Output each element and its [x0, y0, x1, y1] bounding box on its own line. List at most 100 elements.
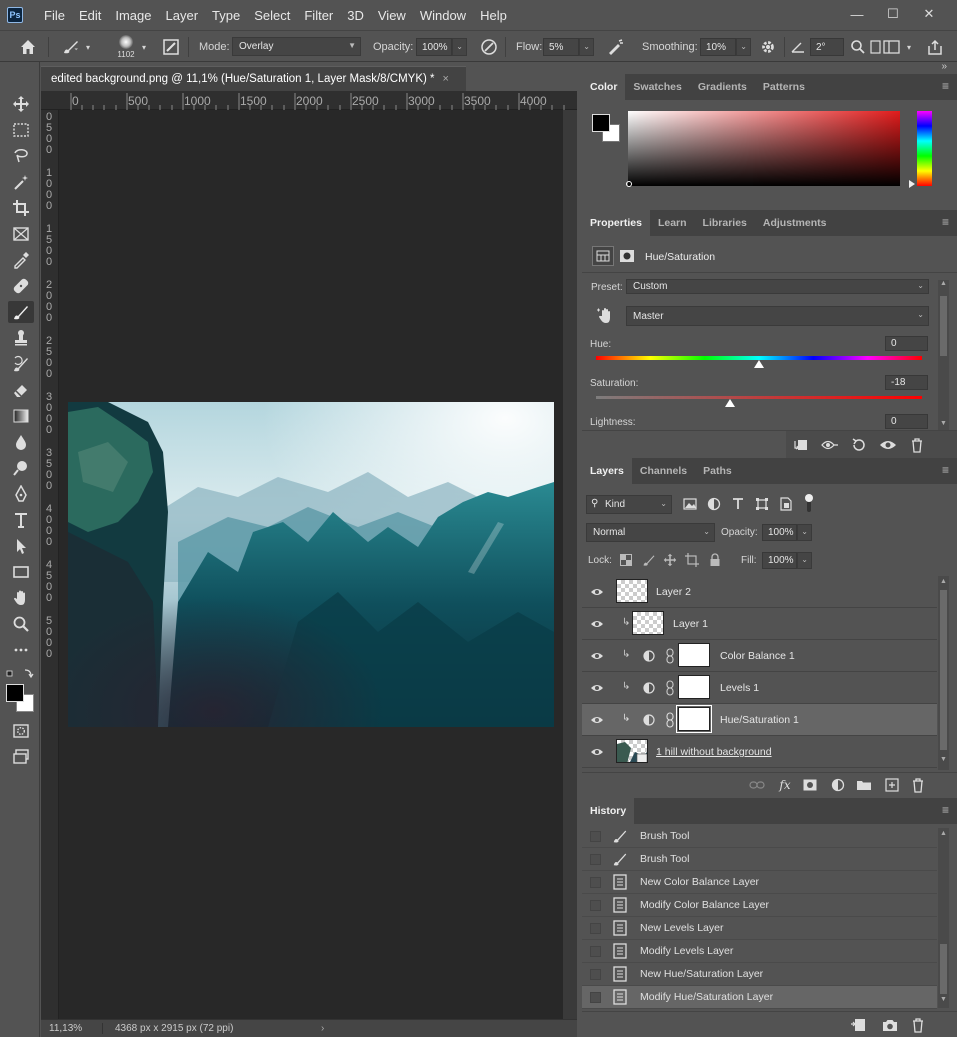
- type-tool-icon[interactable]: [8, 509, 34, 531]
- visibility-eye-icon[interactable]: [590, 617, 604, 631]
- search-icon[interactable]: [850, 31, 866, 63]
- layer-row[interactable]: Layer 2: [582, 576, 937, 608]
- brush-size-chevron-icon[interactable]: ▾: [142, 31, 146, 63]
- fill-input[interactable]: 100%: [762, 552, 797, 569]
- lock-position-icon[interactable]: [660, 550, 680, 570]
- filter-pixel-icon[interactable]: [680, 494, 700, 514]
- layer-row[interactable]: ↳ Color Balance 1: [582, 640, 937, 672]
- hue-marker-icon[interactable]: [909, 180, 915, 188]
- smoothing-input[interactable]: 10%: [700, 38, 736, 56]
- document-image[interactable]: [68, 402, 554, 727]
- history-source-checkbox[interactable]: [590, 969, 601, 980]
- scroll-up-icon[interactable]: ▲: [940, 280, 947, 290]
- crop-tool-icon[interactable]: [8, 197, 34, 219]
- visibility-eye-icon[interactable]: [590, 713, 604, 727]
- mode-dropdown[interactable]: Overlay ▼: [232, 37, 361, 56]
- layer-row[interactable]: ↳ Layer 1: [582, 608, 937, 640]
- new-layer-icon[interactable]: [882, 775, 902, 795]
- layer-mask-icon[interactable]: [618, 248, 636, 264]
- brush-settings-icon[interactable]: [161, 31, 181, 63]
- history-source-checkbox[interactable]: [590, 877, 601, 888]
- layer-mask-thumbnail[interactable]: [676, 705, 712, 733]
- lightness-input[interactable]: 0: [885, 414, 928, 429]
- minimize-button[interactable]: —: [839, 3, 875, 25]
- flow-input[interactable]: 5%: [543, 38, 579, 56]
- quick-mask-icon[interactable]: [8, 720, 34, 742]
- magic-wand-tool-icon[interactable]: [8, 171, 34, 193]
- hue-slider-thumb[interactable]: [754, 360, 764, 368]
- lasso-tool-icon[interactable]: [8, 145, 34, 167]
- lock-artboard-icon[interactable]: [682, 550, 702, 570]
- menu-type[interactable]: Type: [205, 8, 247, 23]
- scrollbar-thumb[interactable]: [940, 944, 947, 994]
- status-menu-icon[interactable]: ›: [313, 1023, 324, 1034]
- visibility-eye-icon[interactable]: [590, 681, 604, 695]
- share-icon[interactable]: [926, 31, 944, 63]
- marquee-tool-icon[interactable]: [8, 119, 34, 141]
- opacity-input[interactable]: 100%: [416, 38, 452, 56]
- trash-icon[interactable]: [907, 435, 927, 455]
- panel-menu-icon[interactable]: ≡: [942, 80, 949, 92]
- dodge-tool-icon[interactable]: [8, 457, 34, 479]
- menu-layer[interactable]: Layer: [159, 8, 206, 23]
- folder-icon[interactable]: [854, 775, 874, 795]
- gradient-tool-icon[interactable]: [8, 405, 34, 427]
- scroll-down-icon[interactable]: ▼: [940, 996, 947, 1003]
- scroll-up-icon[interactable]: ▲: [940, 830, 947, 837]
- filter-shape-icon[interactable]: [752, 494, 772, 514]
- screen-mode-icon[interactable]: [8, 746, 34, 768]
- history-item[interactable]: New Levels Layer: [582, 917, 937, 940]
- visibility-eye-icon[interactable]: [590, 585, 604, 599]
- menu-help[interactable]: Help: [473, 8, 514, 23]
- scrollbar-thumb[interactable]: [940, 590, 947, 750]
- symmetry-chevron-icon[interactable]: ▾: [907, 31, 911, 63]
- channel-dropdown[interactable]: Master ⌄: [626, 306, 929, 326]
- history-source-checkbox[interactable]: [590, 831, 601, 842]
- adjustment-icon[interactable]: [592, 246, 614, 266]
- symmetry-icon[interactable]: [883, 31, 901, 63]
- filter-adjustment-icon[interactable]: [704, 494, 724, 514]
- angle-input[interactable]: 2°: [810, 38, 844, 56]
- zoom-tool-icon[interactable]: [8, 613, 34, 635]
- menu-image[interactable]: Image: [108, 8, 158, 23]
- brush-size-picker[interactable]: 1102: [114, 31, 138, 63]
- history-item[interactable]: New Hue/Saturation Layer: [582, 963, 937, 986]
- flow-dropdown[interactable]: ⌄: [579, 38, 594, 56]
- tab-libraries[interactable]: Libraries: [695, 210, 755, 236]
- tab-patterns[interactable]: Patterns: [755, 74, 813, 100]
- horizontal-ruler[interactable]: 0 500 1000 1500 2000 2500 3000 3500 4000: [41, 91, 577, 110]
- foreground-color-swatch[interactable]: [592, 114, 610, 132]
- link-icon[interactable]: [666, 712, 674, 728]
- saturation-slider[interactable]: [596, 396, 922, 399]
- layer-opacity-input[interactable]: 100%: [762, 524, 797, 541]
- scroll-down-icon[interactable]: ▼: [940, 420, 947, 430]
- lock-all-icon[interactable]: [705, 550, 725, 570]
- layer-thumbnail[interactable]: [632, 611, 664, 635]
- history-scrollbar[interactable]: ▲ ▼: [938, 828, 949, 1008]
- clip-to-layer-icon[interactable]: [790, 435, 810, 455]
- lock-pixels-icon[interactable]: [639, 550, 659, 570]
- tab-adjustments[interactable]: Adjustments: [755, 210, 835, 236]
- view-previous-state-icon[interactable]: [820, 435, 840, 455]
- trash-icon[interactable]: [908, 775, 928, 795]
- brush-tool-icon[interactable]: [8, 301, 34, 323]
- blur-tool-icon[interactable]: [8, 431, 34, 453]
- tab-paths[interactable]: Paths: [695, 458, 740, 484]
- history-source-checkbox[interactable]: [590, 946, 601, 957]
- hue-input[interactable]: 0: [885, 336, 928, 351]
- history-source-checkbox[interactable]: [590, 900, 601, 911]
- link-layers-icon[interactable]: [747, 775, 767, 795]
- layer-row-selected[interactable]: ↳ Hue/Saturation 1: [582, 704, 937, 736]
- scroll-up-icon[interactable]: ▲: [940, 578, 947, 585]
- link-icon[interactable]: [666, 648, 674, 664]
- fill-dropdown[interactable]: ⌄: [797, 552, 812, 569]
- layer-name[interactable]: Layer 2: [656, 586, 691, 598]
- airbrush-icon[interactable]: [605, 31, 625, 63]
- color-picker-handle[interactable]: [626, 181, 632, 187]
- tab-color[interactable]: Color: [582, 74, 626, 100]
- blend-mode-dropdown[interactable]: Normal ⌄: [586, 523, 715, 542]
- reset-icon[interactable]: [849, 435, 869, 455]
- clone-stamp-tool-icon[interactable]: [8, 327, 34, 349]
- rectangle-tool-icon[interactable]: [8, 561, 34, 583]
- camera-icon[interactable]: [880, 1015, 900, 1035]
